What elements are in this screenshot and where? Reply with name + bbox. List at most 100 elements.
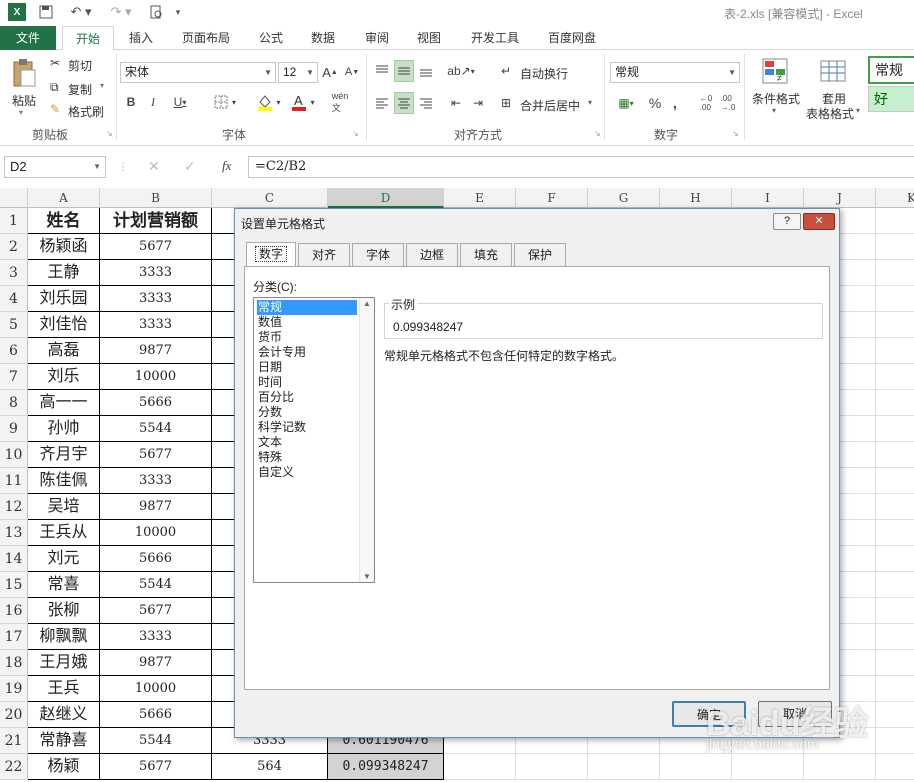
table-cell[interactable]: 刘元 bbox=[28, 546, 100, 572]
align-center-icon[interactable] bbox=[394, 92, 414, 114]
column-header-f[interactable]: F bbox=[516, 188, 588, 208]
empty-cell[interactable] bbox=[876, 598, 914, 624]
tab-insert[interactable]: 插入 bbox=[118, 26, 164, 50]
empty-cell[interactable] bbox=[876, 754, 914, 780]
table-cell[interactable]: 王月娥 bbox=[28, 650, 100, 676]
table-cell[interactable]: 常静喜 bbox=[28, 728, 100, 754]
category-item[interactable]: 分数 bbox=[257, 405, 357, 420]
undo-icon[interactable]: ↶ ▾ bbox=[66, 3, 96, 21]
category-scrollbar[interactable]: ▲ ▼ bbox=[359, 298, 374, 582]
table-cell[interactable]: 王兵 bbox=[28, 676, 100, 702]
align-left-icon[interactable] bbox=[372, 92, 392, 114]
table-cell[interactable]: 10000 bbox=[100, 676, 212, 702]
empty-cell[interactable] bbox=[876, 286, 914, 312]
paste-icon[interactable] bbox=[10, 56, 38, 90]
customize-qat-icon[interactable]: ▾ bbox=[172, 3, 184, 21]
phonetic-guide-icon[interactable]: wén 文 bbox=[328, 91, 352, 113]
underline-icon[interactable]: U ▾ bbox=[168, 92, 192, 112]
font-launcher-icon[interactable]: ↘ bbox=[352, 129, 359, 138]
tab-view[interactable]: 视图 bbox=[406, 26, 452, 50]
empty-cell[interactable] bbox=[876, 208, 914, 234]
increase-indent-icon[interactable]: ⇥ bbox=[468, 92, 488, 114]
row-header[interactable]: 9 bbox=[0, 416, 28, 442]
table-cell[interactable]: 3333 bbox=[100, 286, 212, 312]
row-header[interactable]: 16 bbox=[0, 598, 28, 624]
column-header-b[interactable]: B bbox=[100, 188, 212, 208]
insert-function-icon[interactable]: fx bbox=[222, 158, 231, 174]
tab-developer[interactable]: 开发工具 bbox=[462, 26, 528, 50]
row-header[interactable]: 20 bbox=[0, 702, 28, 728]
empty-cell[interactable] bbox=[876, 416, 914, 442]
dialog-title-bar[interactable]: 设置单元格格式 ? ✕ bbox=[235, 209, 839, 235]
table-cell[interactable]: 9877 bbox=[100, 650, 212, 676]
empty-cell[interactable] bbox=[876, 624, 914, 650]
help-button[interactable]: ? bbox=[773, 213, 801, 230]
row-header[interactable]: 21 bbox=[0, 728, 28, 754]
category-list[interactable]: 常规 数值 货币 会计专用 日期 时间 百分比 分数 科学记数 文本 特殊 自定义 ▲ ▼ bbox=[253, 297, 375, 583]
empty-cell[interactable] bbox=[876, 338, 914, 364]
clipboard-launcher-icon[interactable]: ↘ bbox=[106, 129, 113, 138]
dialog-tab-font[interactable]: 字体 bbox=[352, 243, 404, 266]
tab-page-layout[interactable]: 页面布局 bbox=[170, 26, 242, 50]
category-item[interactable]: 数值 bbox=[257, 315, 357, 330]
table-cell[interactable]: 10000 bbox=[100, 520, 212, 546]
table-cell[interactable]: 杨颖函 bbox=[28, 234, 100, 260]
empty-cell[interactable] bbox=[876, 572, 914, 598]
empty-cell[interactable] bbox=[876, 676, 914, 702]
table-cell[interactable]: 564 bbox=[212, 754, 328, 780]
font-size-combo[interactable]: 12 ▼ bbox=[278, 62, 318, 83]
row-header[interactable]: 7 bbox=[0, 364, 28, 390]
table-cell[interactable]: 孙帅 bbox=[28, 416, 100, 442]
table-cell[interactable]: 张柳 bbox=[28, 598, 100, 624]
empty-cell[interactable] bbox=[804, 754, 876, 780]
column-header-j[interactable]: J bbox=[804, 188, 876, 208]
column-header-h[interactable]: H bbox=[660, 188, 732, 208]
table-cell[interactable]: 3333 bbox=[100, 260, 212, 286]
row-header[interactable]: 22 bbox=[0, 754, 28, 780]
table-cell[interactable]: 陈佳佩 bbox=[28, 468, 100, 494]
table-cell[interactable]: 3333 bbox=[100, 312, 212, 338]
column-header-g[interactable]: G bbox=[588, 188, 660, 208]
italic-icon[interactable]: I bbox=[146, 92, 160, 112]
row-header[interactable]: 2 bbox=[0, 234, 28, 260]
dialog-tab-number[interactable]: 数字 bbox=[246, 242, 296, 267]
empty-cell[interactable] bbox=[876, 390, 914, 416]
fill-color-icon[interactable]: ▾ bbox=[252, 92, 286, 112]
decrease-decimal-icon[interactable]: .00 →.0 bbox=[718, 92, 738, 114]
column-header-a[interactable]: A bbox=[28, 188, 100, 208]
empty-cell[interactable] bbox=[876, 234, 914, 260]
tab-data[interactable]: 数据 bbox=[300, 26, 346, 50]
table-cell[interactable]: 5677 bbox=[100, 442, 212, 468]
table-cell[interactable]: 5677 bbox=[100, 234, 212, 260]
name-box[interactable]: D2 ▼ bbox=[4, 156, 106, 178]
row-header[interactable]: 3 bbox=[0, 260, 28, 286]
empty-cell[interactable] bbox=[876, 546, 914, 572]
table-cell[interactable]: 9877 bbox=[100, 338, 212, 364]
select-all-corner[interactable] bbox=[0, 188, 28, 208]
category-item[interactable]: 日期 bbox=[257, 360, 357, 375]
copy-button[interactable]: 复制 bbox=[68, 81, 92, 98]
empty-cell[interactable] bbox=[876, 442, 914, 468]
table-cell[interactable]: 5544 bbox=[100, 416, 212, 442]
paste-button[interactable]: 粘贴 bbox=[12, 92, 36, 109]
category-item[interactable]: 自定义 bbox=[257, 465, 357, 480]
row-header[interactable]: 8 bbox=[0, 390, 28, 416]
table-cell[interactable]: 5666 bbox=[100, 702, 212, 728]
dialog-tab-fill[interactable]: 填充 bbox=[460, 243, 512, 266]
align-middle-icon[interactable] bbox=[394, 60, 414, 82]
align-top-icon[interactable] bbox=[372, 60, 392, 82]
percent-icon[interactable]: % bbox=[646, 92, 664, 114]
confirm-entry-icon[interactable]: ✓ bbox=[184, 158, 196, 175]
row-header[interactable]: 4 bbox=[0, 286, 28, 312]
table-cell[interactable]: 5677 bbox=[100, 598, 212, 624]
column-header-i[interactable]: I bbox=[732, 188, 804, 208]
empty-cell[interactable] bbox=[876, 702, 914, 728]
scroll-down-icon[interactable]: ▼ bbox=[363, 572, 371, 581]
row-header[interactable]: 17 bbox=[0, 624, 28, 650]
decrease-indent-icon[interactable]: ⇤ bbox=[446, 92, 466, 114]
row-header[interactable]: 12 bbox=[0, 494, 28, 520]
empty-cell[interactable] bbox=[732, 754, 804, 780]
number-launcher-icon[interactable]: ↘ bbox=[732, 129, 739, 138]
format-as-table-line2[interactable]: 表格格式 bbox=[806, 105, 854, 122]
table-cell[interactable]: 3333 bbox=[100, 468, 212, 494]
